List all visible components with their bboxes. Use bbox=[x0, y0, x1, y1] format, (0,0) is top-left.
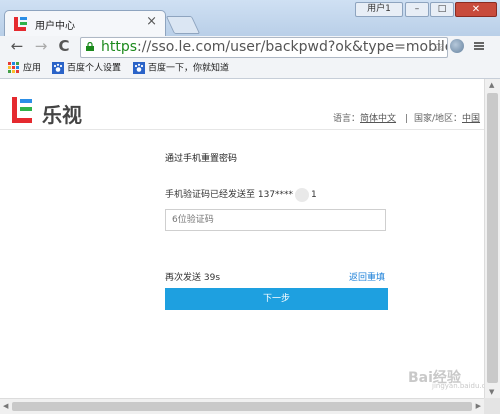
url-text: https://sso.le.com/user/backpwd?ok&type=… bbox=[101, 38, 448, 57]
letv-logo-icon bbox=[12, 97, 32, 123]
sent-to-suffix: 1 bbox=[311, 190, 317, 200]
bookmark-label: 应用 bbox=[23, 63, 42, 74]
header-separator: | bbox=[404, 114, 408, 124]
bookmark-baidu[interactable]: 百度一下，你就知道 bbox=[133, 62, 229, 75]
baidu-paw-icon bbox=[52, 62, 64, 74]
letv-logo[interactable]: 乐视 bbox=[12, 97, 84, 127]
bookmark-label: 百度一下，你就知道 bbox=[148, 63, 230, 74]
new-tab-button[interactable] bbox=[165, 16, 201, 34]
logo-text: 乐视 bbox=[42, 103, 82, 127]
forward-button[interactable]: → bbox=[32, 37, 50, 55]
horizontal-scroll-thumb[interactable] bbox=[12, 402, 472, 411]
bookmark-apps[interactable]: 应用 bbox=[8, 62, 41, 75]
tab-close-icon[interactable]: × bbox=[146, 14, 157, 29]
bookmark-star-icon[interactable]: ☆ bbox=[432, 38, 445, 56]
url-scheme: https bbox=[101, 39, 138, 55]
scroll-down-icon[interactable]: ▼ bbox=[489, 388, 494, 396]
header-divider bbox=[0, 129, 484, 130]
scroll-up-icon[interactable]: ▲ bbox=[489, 81, 494, 89]
baidu-paw-icon bbox=[133, 62, 145, 74]
page-content: 乐视 语言：简体中文 | 国家/地区：中国 通过手机重置密码 手机验证码已经发送至… bbox=[0, 79, 497, 398]
horizontal-scrollbar[interactable]: ◀ ▶ bbox=[0, 398, 484, 414]
back-button[interactable]: ← bbox=[8, 37, 26, 55]
close-window-button[interactable]: ✕ bbox=[455, 2, 497, 17]
language-link[interactable]: 简体中文 bbox=[360, 114, 396, 124]
sent-to-label: 手机验证码已经发送至 137**** 1 bbox=[165, 187, 317, 202]
vertical-scrollbar[interactable]: ▲ ▼ bbox=[484, 79, 500, 398]
region-link[interactable]: 中国 bbox=[462, 114, 480, 124]
next-step-button[interactable]: 下一步 bbox=[165, 288, 388, 310]
form-title: 通过手机重置密码 bbox=[165, 154, 238, 164]
tab-title: 用户中心 bbox=[35, 21, 75, 32]
verification-code-input[interactable] bbox=[165, 209, 386, 231]
profile-button[interactable]: 用户1 bbox=[355, 2, 403, 17]
scrollbar-corner bbox=[484, 398, 500, 414]
region-label: 国家/地区： bbox=[413, 114, 462, 124]
vertical-scroll-thumb[interactable] bbox=[487, 93, 498, 383]
resend-countdown: 再次发送 39s bbox=[165, 273, 221, 283]
address-bar[interactable]: https://sso.le.com/user/backpwd?ok&type=… bbox=[80, 37, 448, 58]
reload-button[interactable]: C bbox=[55, 37, 73, 55]
bookmark-label: 百度个人设置 bbox=[67, 63, 122, 74]
browser-tab[interactable]: 用户中心 × bbox=[4, 10, 166, 37]
title-bar: 用户中心 × 用户1 – □ ✕ bbox=[0, 0, 500, 37]
lock-icon bbox=[86, 42, 94, 51]
maximize-button[interactable]: □ bbox=[430, 2, 454, 17]
globe-icon[interactable] bbox=[450, 39, 464, 53]
language-label: 语言： bbox=[333, 114, 361, 124]
locale-selector: 语言：简体中文 | 国家/地区：中国 bbox=[333, 111, 480, 124]
bookmark-baidu-settings[interactable]: 百度个人设置 bbox=[52, 62, 121, 75]
url-path: ://sso.le.com/user/backpwd?ok&type=mobil… bbox=[137, 39, 448, 55]
refill-link[interactable]: 返回重填 bbox=[349, 270, 385, 283]
letv-tab-icon bbox=[14, 17, 27, 31]
menu-icon[interactable] bbox=[472, 39, 486, 53]
sent-to-text: 手机验证码已经发送至 137**** bbox=[165, 190, 294, 200]
masked-digits bbox=[295, 187, 310, 202]
bookmarks-bar: 应用 百度个人设置 百度一下，你就知道 bbox=[0, 58, 500, 79]
apps-grid-icon bbox=[8, 62, 19, 73]
minimize-button[interactable]: – bbox=[405, 2, 429, 17]
scroll-right-icon[interactable]: ▶ bbox=[476, 402, 481, 410]
scroll-left-icon[interactable]: ◀ bbox=[3, 402, 8, 410]
browser-toolbar: ← → C https://sso.le.com/user/backpwd?ok… bbox=[0, 36, 500, 58]
